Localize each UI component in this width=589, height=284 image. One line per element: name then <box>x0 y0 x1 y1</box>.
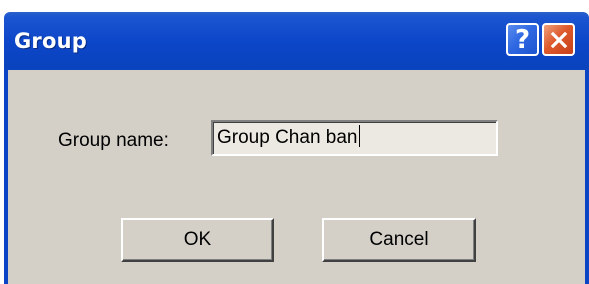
group-name-label: Group name: <box>58 130 169 151</box>
dialog-body: Group name: Group Chan ban OK Cancel <box>8 70 585 284</box>
title-bar[interactable]: Group ? <box>4 12 589 70</box>
group-dialog: Group ? Group name: Group Chan ban OK Ca… <box>4 12 589 284</box>
dialog-title: Group <box>14 29 88 53</box>
text-caret <box>358 125 360 148</box>
cancel-button[interactable]: Cancel <box>322 218 476 262</box>
ok-button-label: OK <box>183 229 212 250</box>
cancel-button-label: Cancel <box>369 229 429 250</box>
close-icon <box>550 31 567 48</box>
close-button[interactable] <box>542 23 575 56</box>
ok-button[interactable]: OK <box>121 218 274 262</box>
help-button[interactable]: ? <box>506 23 539 56</box>
group-name-value: Group Chan ban <box>217 127 358 148</box>
background-strip <box>0 0 589 12</box>
group-name-input[interactable]: Group Chan ban <box>211 120 498 156</box>
help-icon: ? <box>514 24 531 55</box>
